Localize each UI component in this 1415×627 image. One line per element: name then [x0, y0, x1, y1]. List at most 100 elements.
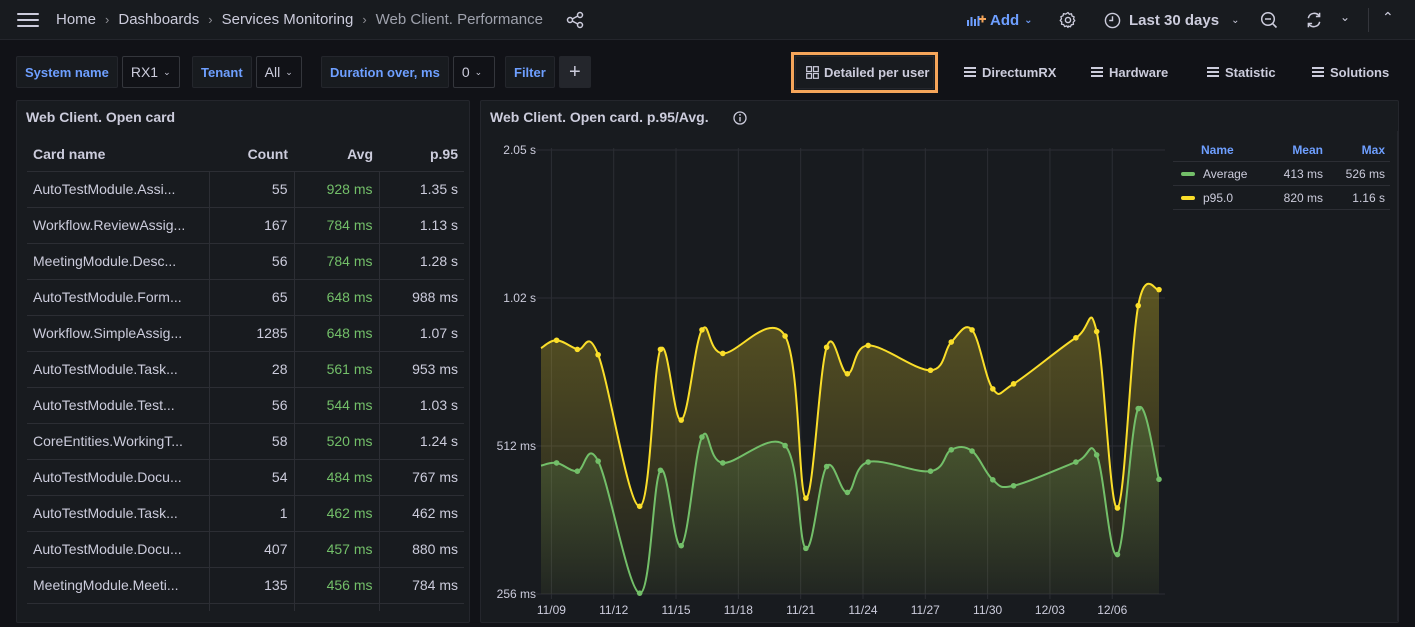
series-p95-point: [1135, 302, 1142, 309]
link-hardware[interactable]: Hardware: [1091, 52, 1168, 92]
link-label: Detailed per user: [824, 64, 930, 80]
legend-item-p95[interactable]: p95.0 820 ms 1.16 s: [1173, 186, 1390, 210]
share-icon[interactable]: [566, 11, 584, 29]
series-p95-point: [553, 337, 560, 344]
series-p95-point: [844, 370, 851, 377]
chevron-down-icon: ⌄: [1231, 14, 1240, 26]
divider: [1368, 8, 1369, 32]
table-row[interactable]: AutoTestModule.Task... 1 462 ms 462 ms: [27, 495, 464, 532]
link-label: DirectumRX: [982, 64, 1057, 80]
legend: Name Mean Max Average 413 ms 526 ms p95.…: [1173, 138, 1390, 210]
table-row[interactable]: AutoTestModule.Task... 28 561 ms 953 ms: [27, 351, 464, 388]
duration-select[interactable]: 0 ⌄: [452, 56, 496, 88]
table-row[interactable]: MeetingModule.Meeti... 135 456 ms 784 ms: [27, 567, 464, 604]
column-header-card-name[interactable]: Card name: [27, 138, 209, 172]
series-average-point: [782, 442, 788, 449]
series-average-point: [678, 542, 685, 549]
cell-empty: [27, 603, 209, 611]
add-button[interactable]: Add ⌄: [966, 0, 1033, 40]
gear-icon[interactable]: [1059, 11, 1077, 29]
tenant-select[interactable]: All ⌄: [255, 56, 302, 88]
chevron-down-icon: ⌄: [285, 66, 293, 77]
x-tick-label: 11/15: [661, 603, 690, 617]
legend-header-max[interactable]: Max: [1323, 143, 1385, 157]
table-row[interactable]: AutoTestModule.Docu... 407 457 ms 880 ms: [27, 531, 464, 568]
table-row[interactable]: MeetingModule.Desc... 56 784 ms 1.28 s: [27, 243, 464, 280]
series-average-point: [1073, 459, 1079, 465]
legend-header-mean[interactable]: Mean: [1263, 143, 1323, 157]
card-table: Card name Count Avg p.95 AutoTestModule.…: [27, 138, 464, 611]
series-average-point: [1156, 476, 1162, 483]
series-p95-point: [969, 327, 975, 333]
series-p95-point: [1114, 505, 1121, 511]
legend-mean: 820 ms: [1283, 190, 1323, 205]
cell-avg: 456 ms: [293, 567, 379, 604]
cell-avg: 544 ms: [293, 387, 379, 424]
legend-header-name[interactable]: Name: [1173, 143, 1263, 157]
series-average-point: [823, 463, 830, 470]
add-filter-button[interactable]: +: [558, 56, 591, 88]
cell-p95: 953 ms: [378, 351, 464, 388]
cell-p95: 1.07 s: [378, 315, 464, 352]
chevron-down-icon: ⌄: [1024, 14, 1033, 26]
series-p95-point: [678, 417, 685, 423]
series-p95-point: [823, 344, 830, 351]
chevron-down-icon: ⌄: [163, 66, 171, 77]
series-average-point: [1135, 405, 1142, 412]
link-solutions[interactable]: Solutions: [1312, 52, 1389, 92]
y-tick-label: 2.05 s: [503, 143, 536, 157]
legend-swatch: [1181, 171, 1195, 176]
series-p95-point: [865, 342, 871, 349]
cell-avg: 484 ms: [293, 459, 379, 496]
column-header-avg[interactable]: Avg: [294, 138, 379, 172]
cell-avg: 648 ms: [293, 315, 379, 352]
table-row[interactable]: CoreEntities.WorkingT... 58 520 ms 1.24 s: [27, 423, 464, 460]
column-header-p95[interactable]: p.95: [379, 138, 464, 172]
add-label: Add: [990, 11, 1020, 29]
menu-icon[interactable]: [17, 13, 39, 27]
legend-item-average[interactable]: Average 413 ms 526 ms: [1173, 162, 1390, 186]
time-range-picker[interactable]: Last 30 days ⌄: [1104, 0, 1239, 40]
legend-header: Name Mean Max: [1173, 138, 1390, 162]
chevron-up-icon[interactable]: ⌃: [1382, 9, 1394, 26]
breadcrumb-home[interactable]: Home: [56, 11, 96, 28]
table-row[interactable]: AutoTestModule.Form... 65 648 ms 988 ms: [27, 279, 464, 316]
series-average-point: [990, 477, 996, 483]
series-p95-point: [803, 495, 809, 501]
table-row[interactable]: Workflow.SimpleAssig... 1285 648 ms 1.07 s: [27, 315, 464, 352]
series-average-point: [595, 458, 601, 464]
table-row[interactable]: Workflow.ReviewAssig... 167 784 ms 1.13 s: [27, 207, 464, 244]
variable-duration: Duration over, ms 0 ⌄: [321, 56, 496, 88]
series-p95-point: [1093, 328, 1100, 335]
zoom-out-icon[interactable]: [1260, 11, 1278, 29]
cell-p95: 988 ms: [378, 279, 464, 316]
series-average-point: [969, 448, 975, 454]
legend-series-name: p95.0: [1203, 190, 1234, 205]
cell-card-name: Workflow.SimpleAssig...: [27, 315, 209, 352]
link-detailed-per-user[interactable]: Detailed per user: [806, 52, 930, 92]
table-row[interactable]: AutoTestModule.Test... 56 544 ms 1.03 s: [27, 387, 464, 424]
column-header-count[interactable]: Count: [209, 138, 294, 172]
system-name-select[interactable]: RX1 ⌄: [121, 56, 180, 88]
link-directumrx[interactable]: DirectumRX: [964, 52, 1056, 92]
info-icon[interactable]: [733, 111, 747, 125]
refresh-interval-chevron-icon[interactable]: ⌄: [1340, 10, 1350, 24]
series-p95-point: [699, 327, 705, 333]
time-range-label: Last 30 days: [1129, 11, 1220, 29]
refresh-icon[interactable]: [1305, 11, 1323, 29]
timeseries-chart[interactable]: 256 ms 512 ms 1.02 s 2.05 s 11/09 11/12 11/15 1…: [481, 131, 1171, 621]
variable-label: Duration over, ms: [321, 56, 449, 88]
add-panel-icon: [967, 15, 986, 26]
cell-avg: 648 ms: [293, 279, 379, 316]
table-row[interactable]: AutoTestModule.Docu... 54 484 ms 767 ms: [27, 459, 464, 496]
x-tick-label: 11/21: [786, 603, 815, 617]
legend-series-name: Average: [1203, 166, 1248, 181]
table-row[interactable]: AutoTestModule.Assi... 55 928 ms 1.35 s: [27, 171, 464, 208]
breadcrumb-dashboards[interactable]: Dashboards: [118, 11, 199, 28]
variable-label: Tenant: [192, 56, 252, 88]
cell-avg: 462 ms: [293, 495, 379, 532]
breadcrumb-services-monitoring[interactable]: Services Monitoring: [222, 11, 354, 28]
series-average-point: [553, 460, 560, 466]
link-statistic[interactable]: Statistic: [1207, 52, 1276, 92]
cell-count: 1285: [208, 315, 294, 352]
